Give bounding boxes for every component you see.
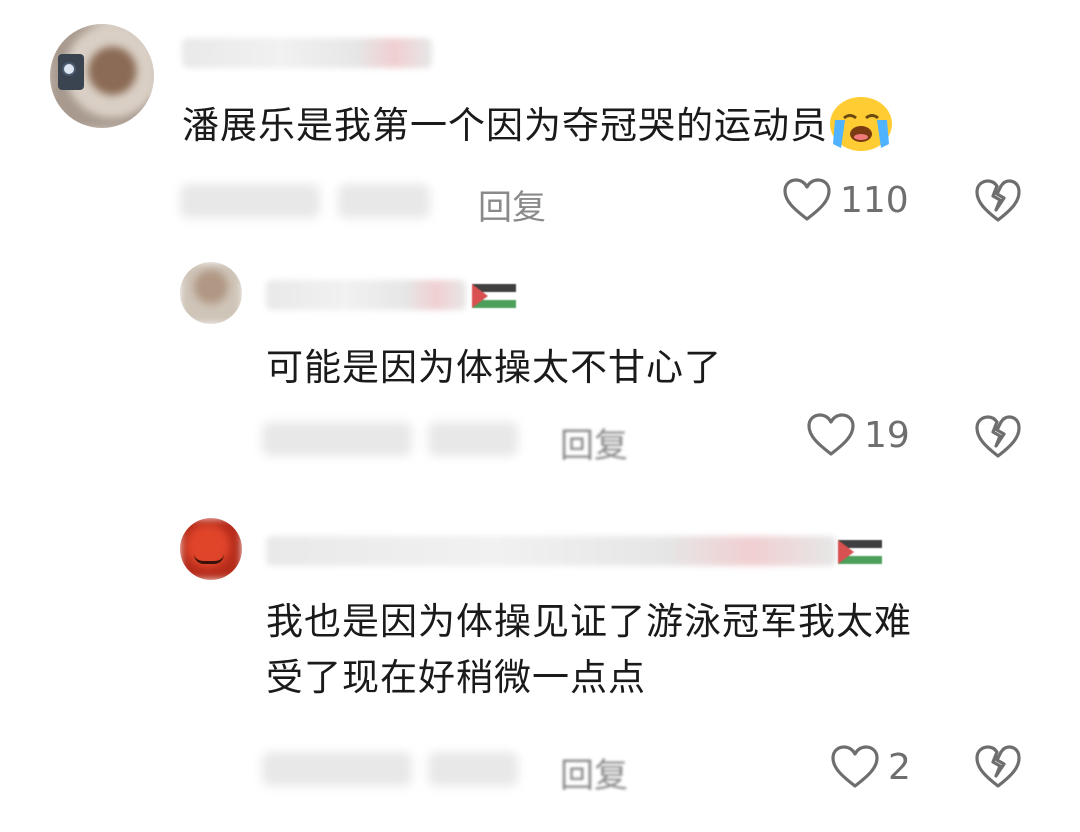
location-redacted	[428, 422, 518, 456]
username-redacted[interactable]	[266, 536, 836, 566]
comment-text: 可能是因为体操太不甘心了	[266, 346, 722, 389]
avatar[interactable]	[180, 518, 242, 580]
like-button[interactable]: 110	[782, 177, 909, 223]
like-button[interactable]: 19	[806, 412, 910, 458]
avatar[interactable]	[50, 24, 154, 128]
comment-1: 潘展乐是我第一个因为夺冠哭的运动员 回复 110	[0, 0, 1080, 240]
heart-outline-icon	[830, 744, 880, 790]
comment-text-content: 潘展乐是我第一个因为夺冠哭的运动员	[182, 104, 828, 147]
comment-text-line-1: 我也是因为体操见证了游泳冠军我太难	[266, 600, 912, 643]
location-redacted	[338, 184, 430, 218]
reply-button[interactable]: 回复	[560, 748, 628, 797]
like-count: 2	[888, 746, 911, 788]
heart-outline-icon	[806, 412, 856, 458]
loudly-crying-face-icon	[828, 96, 894, 152]
broken-heart-icon	[974, 745, 1022, 794]
dislike-button[interactable]	[974, 744, 1022, 794]
broken-heart-icon	[974, 415, 1022, 464]
timestamp-redacted	[262, 752, 412, 786]
dislike-button[interactable]	[974, 178, 1022, 228]
timestamp-redacted	[180, 184, 320, 218]
avatar[interactable]	[180, 262, 242, 324]
like-button[interactable]: 2	[830, 744, 911, 790]
comment-3: 我也是因为体操见证了游泳冠军我太难 受了现在好稍微一点点 回复 2	[0, 500, 1080, 832]
comment-text: 潘展乐是我第一个因为夺冠哭的运动员	[182, 96, 1042, 156]
broken-heart-icon	[974, 179, 1022, 228]
dislike-button[interactable]	[974, 414, 1022, 464]
comment-text: 我也是因为体操见证了游泳冠军我太难 受了现在好稍微一点点	[266, 594, 1056, 706]
username-redacted[interactable]	[266, 280, 466, 310]
flag-icon	[838, 540, 882, 564]
comment-text-line-2: 受了现在好稍微一点点	[266, 656, 646, 699]
reply-button[interactable]: 回复	[560, 418, 628, 467]
comment-2: 可能是因为体操太不甘心了 回复 19	[0, 240, 1080, 490]
flag-icon	[472, 284, 516, 308]
reply-button[interactable]: 回复	[478, 180, 546, 229]
heart-outline-icon	[782, 177, 832, 223]
location-redacted	[428, 752, 518, 786]
like-count: 19	[864, 414, 910, 456]
username-redacted[interactable]	[182, 38, 432, 68]
like-count: 110	[840, 179, 909, 221]
timestamp-redacted	[262, 422, 412, 456]
comment-thread: 潘展乐是我第一个因为夺冠哭的运动员 回复 110 可能是因为体操太不甘心了 回复…	[0, 0, 1080, 832]
